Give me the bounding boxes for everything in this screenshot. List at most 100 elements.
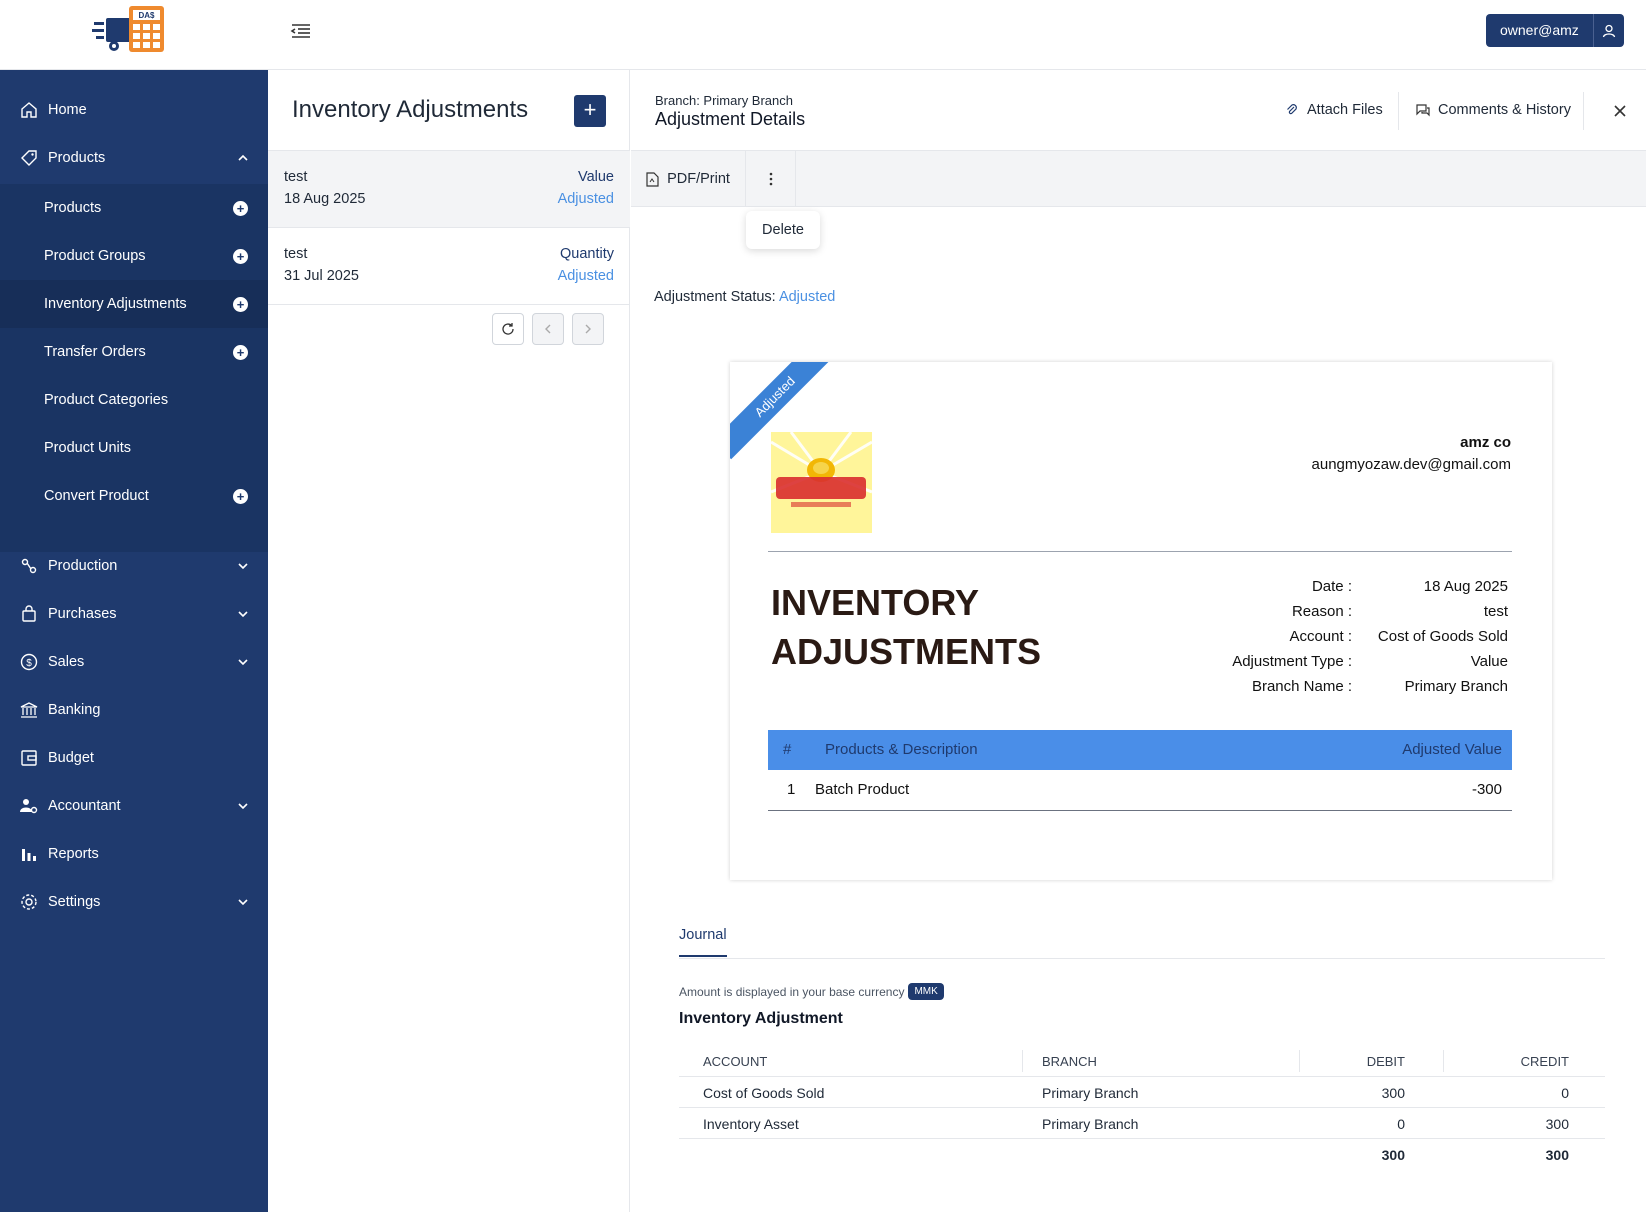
company-logo — [771, 432, 872, 533]
list-item[interactable]: test 18 Aug 2025 Value Adjusted — [268, 151, 630, 228]
cell-debit: 0 — [1397, 1116, 1405, 1132]
meta-key: Adjustment Type : — [1232, 653, 1352, 670]
cell-branch: Primary Branch — [1042, 1085, 1139, 1101]
journal-title: Inventory Adjustment — [679, 1010, 843, 1027]
sidebar-subitem-transfer-orders[interactable]: Transfer Orders + — [0, 328, 268, 376]
sidebar-subitem-product-units[interactable]: Product Units — [0, 424, 268, 472]
sidebar-subitem-products[interactable]: Products + — [0, 184, 268, 232]
sidebar-item-accountant[interactable]: Accountant — [0, 782, 268, 830]
column-header: BRANCH — [1042, 1054, 1097, 1069]
column-header: CREDIT — [1520, 1054, 1569, 1069]
sidebar-subitem-inventory-adjustments[interactable]: Inventory Adjustments + — [0, 280, 268, 328]
sidebar-label: Production — [48, 558, 118, 574]
divider — [1443, 1050, 1444, 1072]
attach-files-button[interactable]: Attach Files — [1285, 102, 1383, 118]
currency-note-text: Amount is displayed in your base currenc… — [679, 984, 905, 999]
user-menu-button[interactable]: owner@amz — [1486, 14, 1624, 47]
plus-circle-icon[interactable]: + — [233, 344, 248, 360]
row-number: 1 — [787, 781, 796, 798]
sidebar-label: Reports — [48, 846, 99, 862]
column-header: # — [783, 741, 792, 758]
meta-value: Primary Branch — [1404, 678, 1508, 695]
comments-history-button[interactable]: Comments & History — [1415, 102, 1571, 118]
currency-badge: MMK — [908, 983, 944, 1000]
sidebar-subitem-convert-product[interactable]: Convert Product + — [0, 472, 268, 520]
meta-row: Date : 18 Aug 2025 — [1150, 578, 1512, 604]
sidebar-item-products[interactable]: Products — [0, 134, 268, 182]
detail-title: Adjustment Details — [655, 109, 806, 129]
prev-page-button[interactable] — [532, 313, 564, 345]
paperclip-icon — [1287, 104, 1297, 115]
sidebar-item-purchases[interactable]: Purchases — [0, 590, 268, 638]
sidebar-label: Product Units — [44, 440, 132, 456]
menu-collapse-icon[interactable] — [290, 22, 312, 40]
sidebar-label: Inventory Adjustments — [44, 296, 187, 312]
next-page-button[interactable] — [572, 313, 604, 345]
add-adjustment-button[interactable]: + — [574, 95, 606, 127]
status-value: Adjusted — [778, 289, 836, 305]
pdf-print-label: PDF/Print — [667, 171, 730, 187]
page-title: Inventory Adjustments — [292, 96, 529, 123]
column-header: Adjusted Value — [1402, 741, 1502, 758]
more-options-button[interactable] — [746, 151, 796, 207]
top-bar: DA$ owner@amz — [0, 0, 1646, 70]
sidebar-item-budget[interactable]: Budget — [0, 734, 268, 782]
user-cog-icon — [19, 796, 39, 816]
meta-value: Cost of Goods Sold — [1377, 628, 1508, 645]
document-heading: INVENTORY ADJUSTMENTS — [771, 578, 1071, 676]
app-logo[interactable]: DA$ — [92, 4, 172, 56]
divider — [1022, 1050, 1023, 1072]
close-icon[interactable] — [1611, 102, 1629, 120]
chevron-down-icon — [238, 611, 248, 618]
document-table-header: # Products & Description Adjusted Value — [768, 730, 1512, 770]
products-submenu: Products + Product Groups + Inventory Ad… — [0, 184, 268, 552]
cell-branch: Primary Branch — [1042, 1116, 1139, 1132]
chevron-down-icon — [238, 563, 248, 570]
production-icon — [19, 556, 39, 576]
status-label: Adjustment Status: — [654, 289, 776, 305]
tag-icon — [19, 148, 39, 168]
meta-key: Account : — [1289, 628, 1352, 645]
sidebar-subitem-product-categories[interactable]: Product Categories — [0, 376, 268, 424]
meta-key: Date : — [1311, 578, 1352, 595]
sidebar-item-home[interactable]: Home — [0, 86, 268, 134]
cell-account: Cost of Goods Sold — [703, 1085, 825, 1101]
tab-journal[interactable]: Journal — [679, 927, 727, 957]
company-email: aungmyozaw.dev@gmail.com — [1311, 456, 1511, 473]
plus-circle-icon[interactable]: + — [233, 488, 248, 504]
chevron-down-icon — [238, 803, 248, 810]
sidebar-label: Transfer Orders — [44, 344, 146, 360]
plus-circle-icon[interactable]: + — [233, 248, 248, 264]
shopping-bag-icon — [19, 604, 39, 624]
heading-line: ADJUSTMENTS — [771, 631, 1042, 672]
adjustment-detail-pane: Branch: Primary Branch Adjustment Detail… — [631, 70, 1646, 1212]
item-name: test — [284, 246, 308, 262]
meta-value: test — [1483, 603, 1508, 620]
adjustment-status: Adjustment Status: Adjusted — [654, 289, 835, 305]
pdf-file-icon — [646, 171, 659, 187]
plus-circle-icon[interactable]: + — [233, 200, 248, 216]
chevron-down-icon — [238, 659, 248, 666]
list-item[interactable]: test 31 Jul 2025 Quantity Adjusted — [268, 228, 630, 305]
item-type: Value — [577, 169, 614, 185]
totals-row: 300 300 — [679, 1139, 1605, 1170]
meta-row: Branch Name : Primary Branch — [1150, 678, 1512, 704]
plus-circle-icon[interactable]: + — [233, 296, 248, 312]
sidebar-subitem-product-groups[interactable]: Product Groups + — [0, 232, 268, 280]
home-icon — [19, 100, 39, 120]
sidebar-item-production[interactable]: Production — [0, 542, 268, 590]
sidebar-item-settings[interactable]: Settings — [0, 878, 268, 926]
sidebar-item-sales[interactable]: $ Sales — [0, 638, 268, 686]
sidebar-label: Accountant — [48, 798, 121, 814]
pdf-print-button[interactable]: PDF/Print — [631, 151, 746, 207]
item-status: Adjusted — [557, 268, 614, 284]
refresh-button[interactable] — [492, 313, 524, 345]
delete-menu-item[interactable]: Delete — [746, 211, 820, 249]
sidebar-item-reports[interactable]: Reports — [0, 830, 268, 878]
cell-account: Inventory Asset — [703, 1116, 799, 1132]
kebab-menu-icon — [769, 172, 772, 186]
cell-credit: 300 — [1545, 1116, 1569, 1132]
wallet-icon — [19, 748, 39, 768]
item-type: Quantity — [560, 246, 614, 262]
sidebar-item-banking[interactable]: Banking — [0, 686, 268, 734]
